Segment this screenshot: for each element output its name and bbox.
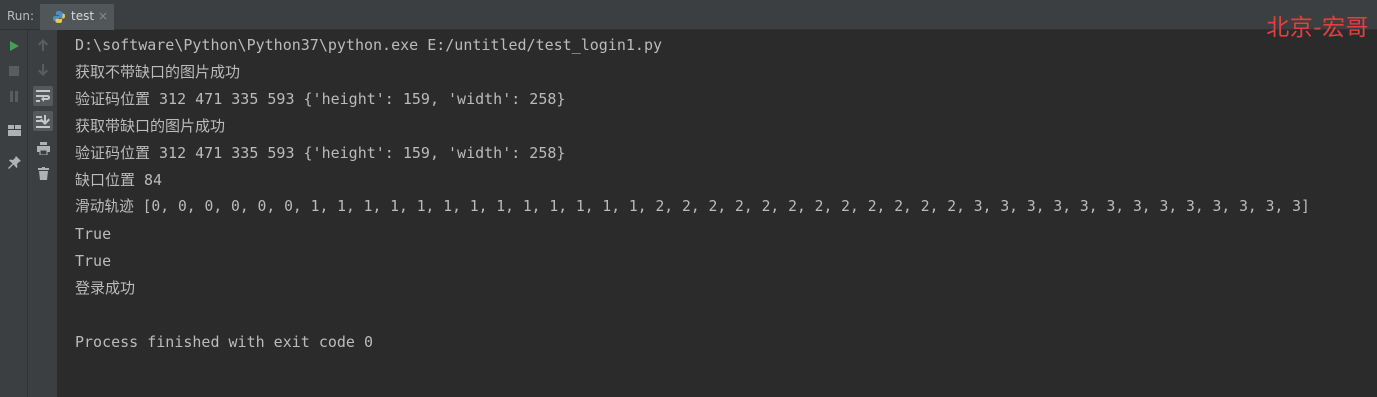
down-arrow-icon [38,64,48,76]
soft-wrap-button[interactable] [33,86,53,106]
stop-button[interactable] [4,61,24,81]
stop-icon [9,66,19,76]
print-button[interactable] [33,138,53,158]
console-line: 获取不带缺口的图片成功 [75,63,241,81]
tab-test[interactable]: test × [40,4,114,30]
watermark: 北京-宏哥 [1266,15,1369,41]
console-actions-toolbar [28,30,58,397]
layout-icon [7,124,21,136]
run-actions-toolbar [0,30,28,397]
console-line: 获取带缺口的图片成功 [75,117,226,135]
tab-label: test [71,9,95,23]
pin-icon [7,155,21,169]
scroll-to-end-icon [36,114,50,128]
console-line: 滑动轨迹 [0, 0, 0, 0, 0, 0, 1, 1, 1, 1, 1, 1… [75,198,1310,215]
soft-wrap-icon [36,90,50,102]
console-line: 缺口位置 84 [75,171,163,189]
pin-tab-button[interactable] [4,152,24,172]
scroll-to-end-button[interactable] [33,111,53,131]
console-output[interactable]: D:\software\Python\Python37\python.exe E… [58,30,1377,397]
rerun-icon [10,41,19,51]
trash-icon [37,166,49,180]
console-line: 验证码位置 312 471 335 593 {'height': 159, 'w… [75,90,566,108]
console-line: True [75,225,112,243]
previous-occurrence-button[interactable] [33,35,53,55]
console-line: True [75,252,112,270]
up-arrow-icon [38,39,48,51]
console-line: D:\software\Python\Python37\python.exe E… [75,36,662,54]
clear-all-button[interactable] [33,163,53,183]
rerun-button[interactable] [4,36,24,56]
print-icon [36,141,50,155]
python-file-icon [53,11,65,23]
run-label: Run: [7,9,35,23]
pause-button[interactable] [4,86,24,106]
pause-icon [10,90,18,102]
next-occurrence-button[interactable] [33,60,53,80]
console-line: 登录成功 [75,279,136,297]
console-line: Process finished with exit code 0 [75,333,374,351]
close-icon[interactable]: × [98,9,108,23]
console-line: 验证码位置 312 471 335 593 {'height': 159, 'w… [75,144,566,162]
restore-layout-button[interactable] [4,120,24,140]
run-tool-window-header: Run: test × [0,0,1377,30]
